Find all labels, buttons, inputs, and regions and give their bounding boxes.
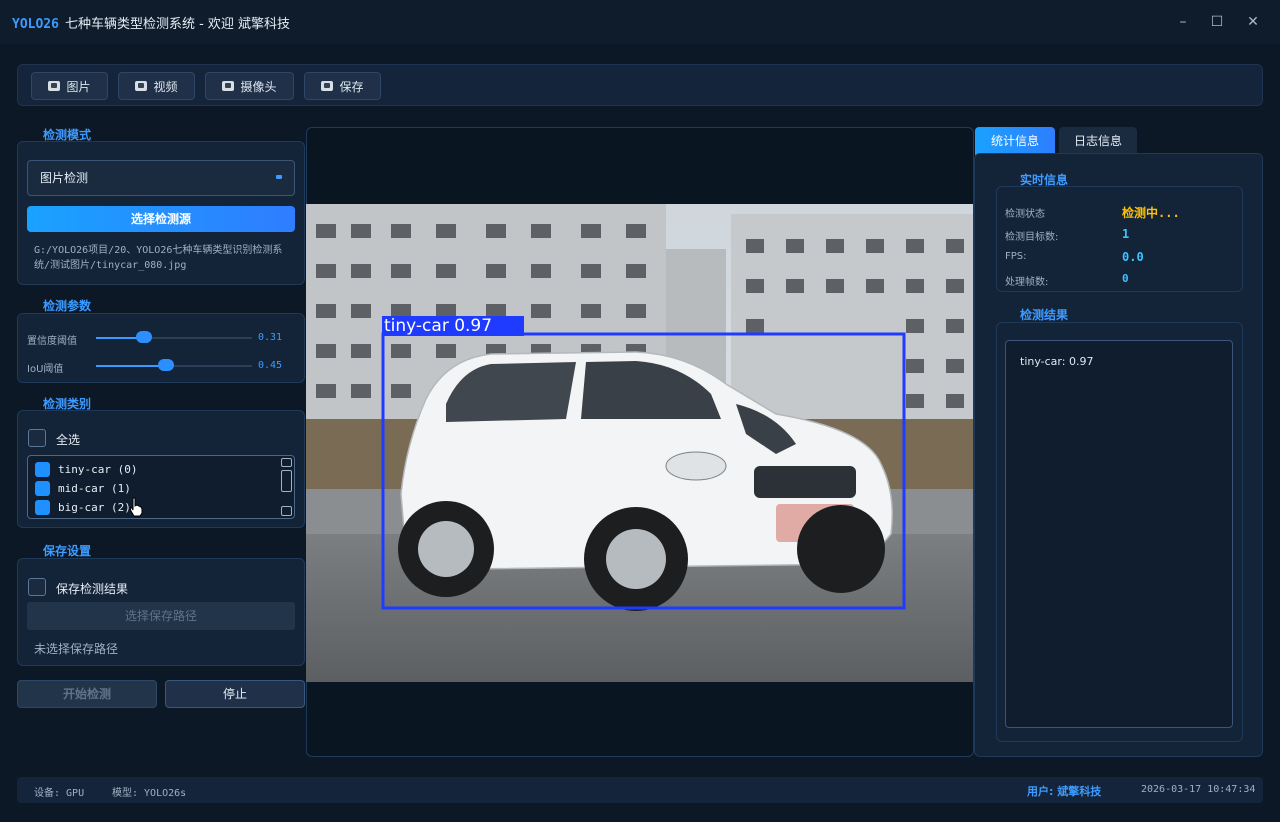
fps-label: FPS: <box>1005 251 1027 262</box>
confidence-label: 置信度阈值 <box>27 336 77 347</box>
confidence-slider-handle[interactable] <box>136 331 152 343</box>
scene-graphic <box>306 204 973 682</box>
class-list: tiny-car (0) mid-car (1) big-car (2) <box>27 455 295 519</box>
app-brand: YOLO26 <box>12 17 59 32</box>
class-item-mid-car[interactable]: mid-car (1) <box>35 479 131 497</box>
mode-select[interactable]: 图片检测 <box>27 160 295 196</box>
iou-label: IoU阈值 <box>27 364 64 375</box>
choose-save-path-button[interactable]: 选择保存路径 <box>27 602 295 630</box>
start-detection-button[interactable]: 开始检测 <box>17 680 157 708</box>
results-textbox[interactable]: tiny-car: 0.97 <box>1005 340 1233 728</box>
detection-image: tiny-car 0.97 <box>306 204 973 682</box>
camera-button-label: 摄像头 <box>240 79 277 94</box>
frames-label: 处理帧数: <box>1005 277 1049 288</box>
class-item-tiny-car[interactable]: tiny-car (0) <box>35 460 137 478</box>
device-status: 设备: GPU <box>34 788 85 799</box>
video-button-label: 视频 <box>153 79 178 94</box>
frames-value: 0 <box>1122 272 1129 285</box>
minimize-button[interactable]: – <box>1170 10 1196 34</box>
save-path-status: 未选择保存路径 <box>34 642 119 656</box>
save-results-label: 保存检测结果 <box>56 582 129 596</box>
image-icon <box>48 81 61 91</box>
detection-label: tiny-car 0.97 <box>384 316 493 336</box>
video-icon <box>135 81 148 91</box>
stop-button[interactable]: 停止 <box>165 680 305 708</box>
scrollbar-thumb[interactable] <box>281 470 292 492</box>
video-button[interactable]: 视频 <box>118 72 195 100</box>
class-item-partial <box>35 517 50 518</box>
fps-value: 0.0 <box>1122 250 1144 264</box>
class-item-label: big-car (2) <box>58 500 131 514</box>
save-results-checkbox[interactable] <box>28 578 46 596</box>
iou-slider-handle[interactable] <box>158 359 174 371</box>
class-checkbox[interactable] <box>35 499 50 515</box>
count-value: 1 <box>1122 227 1130 241</box>
status-label: 检测状态 <box>1005 209 1045 220</box>
class-item-label: mid-car (1) <box>58 481 131 495</box>
class-checkbox[interactable] <box>35 480 50 496</box>
save-button-label: 保存 <box>339 79 364 94</box>
tab-log[interactable]: 日志信息 <box>1059 127 1137 155</box>
chevron-down-icon <box>276 175 282 179</box>
select-all-label: 全选 <box>56 433 81 447</box>
window-title: YOLO26 七种车辆类型检测系统 - 欢迎 斌擎科技 <box>12 13 290 32</box>
close-button[interactable]: ✕ <box>1240 10 1266 34</box>
class-checkbox[interactable] <box>35 461 50 477</box>
scrollbar-up[interactable] <box>281 458 292 467</box>
class-item-label: tiny-car (0) <box>58 462 138 476</box>
iou-slider-fill <box>96 365 166 367</box>
class-item-big-car[interactable]: big-car (2) <box>35 498 131 516</box>
status-value: 检测中... <box>1122 206 1180 220</box>
count-label: 检测目标数: <box>1005 232 1059 243</box>
save-icon <box>321 81 334 91</box>
save-settings-title: 保存设置 <box>43 544 92 558</box>
save-button[interactable]: 保存 <box>304 72 381 100</box>
hand-cursor-icon <box>129 497 143 517</box>
choose-source-button[interactable]: 选择检测源 <box>27 206 295 232</box>
select-all-checkbox[interactable] <box>28 429 46 447</box>
maximize-button[interactable]: ☐ <box>1204 10 1230 34</box>
source-path: G:/YOLO26项目/20、YOLO26七种车辆类型识别检测系统/测试图片/t… <box>34 245 283 271</box>
model-status: 模型: YOLO26s <box>112 788 187 799</box>
confidence-value: 0.31 <box>258 332 283 343</box>
tab-stats[interactable]: 统计信息 <box>975 127 1055 155</box>
scrollbar-down[interactable] <box>281 506 292 516</box>
app-title-text: 七种车辆类型检测系统 - 欢迎 斌擎科技 <box>64 17 291 32</box>
results-title: 检测结果 <box>1020 308 1069 322</box>
user-status: 用户: 斌擎科技 <box>1027 785 1102 798</box>
mode-select-value: 图片检测 <box>40 171 89 185</box>
toolbar <box>17 64 1263 106</box>
result-line: tiny-car: 0.97 <box>1020 355 1094 368</box>
camera-icon <box>222 81 235 91</box>
params-title: 检测参数 <box>43 299 92 313</box>
iou-value: 0.45 <box>258 360 283 371</box>
camera-button[interactable]: 摄像头 <box>205 72 294 100</box>
image-button[interactable]: 图片 <box>31 72 108 100</box>
image-button-label: 图片 <box>66 79 91 94</box>
datetime-status: 2026-03-17 10:47:34 <box>1141 784 1256 795</box>
